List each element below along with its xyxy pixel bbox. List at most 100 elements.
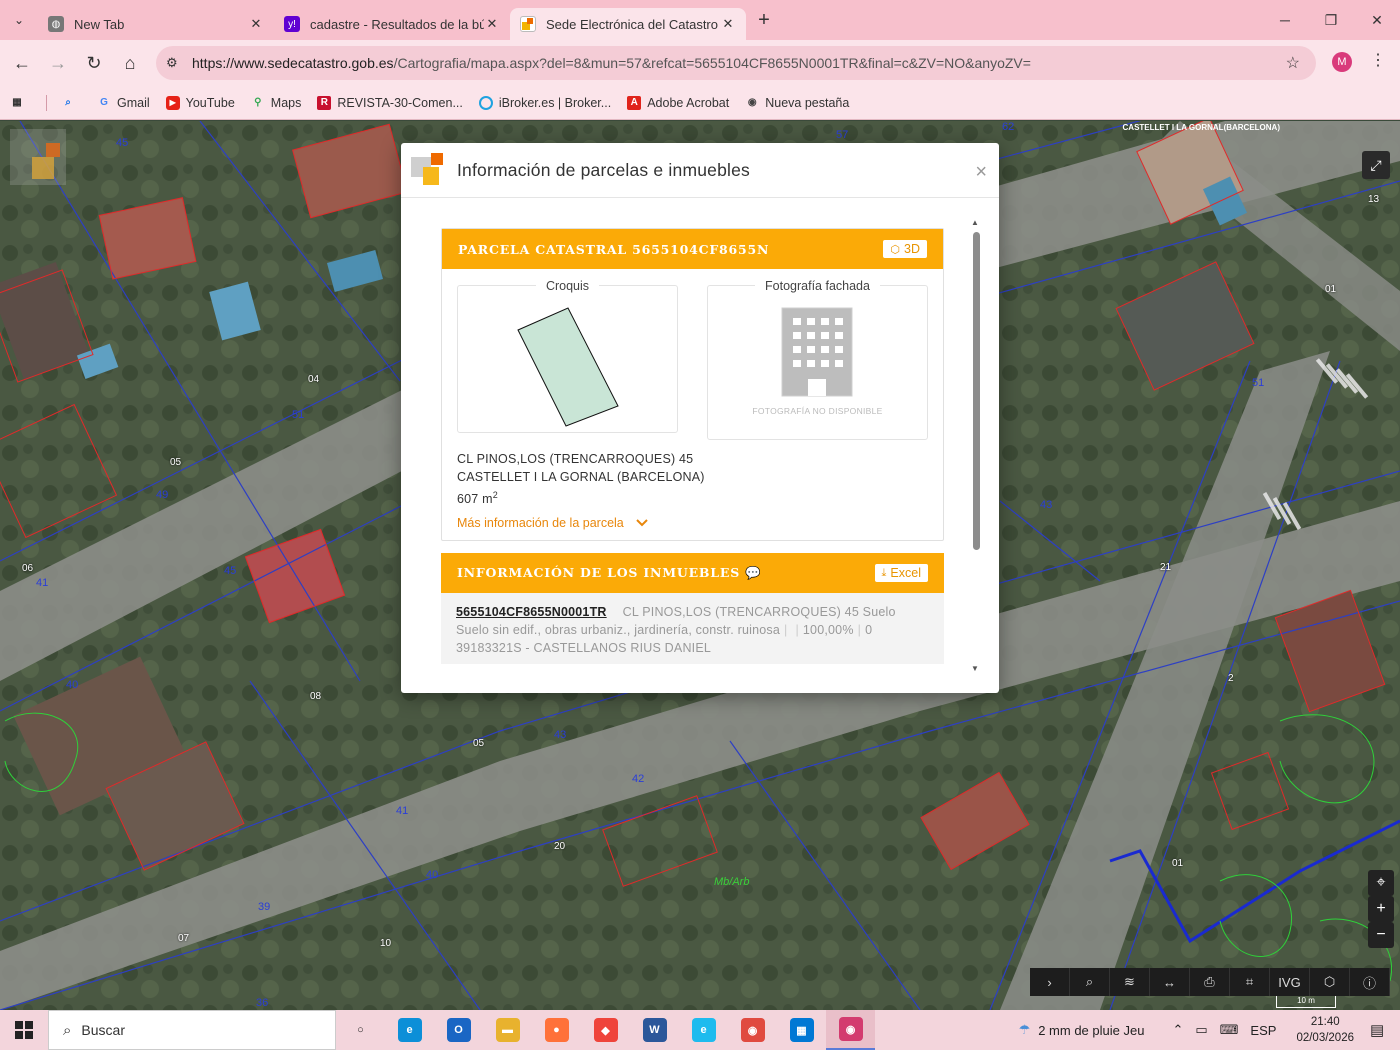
bookmark-label: YouTube xyxy=(185,95,235,110)
more-info-link[interactable]: Más información de la parcela xyxy=(457,516,928,530)
network-icon[interactable]: ▭ xyxy=(1195,1022,1207,1038)
comment-icon[interactable]: 💬 xyxy=(745,565,761,580)
fullscreen-button[interactable]: ⤢ xyxy=(1362,151,1390,179)
keyboard-icon[interactable]: ⌨ xyxy=(1220,1022,1239,1038)
dialog-scrollbar[interactable]: ▲ ▼ xyxy=(971,218,981,673)
bookmark-ibroker[interactable]: iBroker.es | Broker... xyxy=(478,95,611,110)
ibroker-icon xyxy=(478,95,493,110)
taskbar-app-button[interactable]: ◉ xyxy=(826,1010,875,1050)
croquis-frame[interactable]: Croquis xyxy=(457,279,678,433)
language-indicator[interactable]: ESP xyxy=(1250,1023,1276,1038)
chevron-up-icon[interactable]: ⌃ xyxy=(1172,1022,1183,1038)
taskbar-search[interactable]: ⌕ Buscar xyxy=(48,1010,336,1050)
taskbar-app-button[interactable]: e xyxy=(385,1010,434,1050)
parcel-number-label: 04 xyxy=(308,374,320,385)
address-bar[interactable]: ⚙ https://www.sedecatastro.gob.es/Cartog… xyxy=(156,46,1316,80)
scroll-down-icon[interactable]: ▼ xyxy=(971,664,979,673)
bookmark-maps[interactable]: ⚲ Maps xyxy=(251,96,301,110)
layers-button[interactable]: ≋ xyxy=(1110,968,1150,996)
dialog-body: PARCELA CATASTRAL 5655104CF8655N ⬡ 3D Cr… xyxy=(441,228,944,664)
clock[interactable]: 21:40 02/03/2026 xyxy=(1296,1014,1354,1046)
taskbar-app-button[interactable]: O xyxy=(434,1010,483,1050)
view-3d-button[interactable]: ⬡ 3D xyxy=(883,240,927,258)
taskbar-app-button[interactable]: e xyxy=(679,1010,728,1050)
facade-photo-frame: Fotografía fachada FOTOGRAFÍA NO DISPONI… xyxy=(707,279,928,440)
expand-toolbar-button[interactable]: › xyxy=(1030,968,1070,996)
search-map-button[interactable]: ⌕ xyxy=(1070,968,1110,996)
arrow-right-icon: → xyxy=(49,52,67,73)
plus-icon: + xyxy=(758,8,770,31)
notifications-icon[interactable]: ▤ xyxy=(1370,1021,1400,1039)
minimize-button[interactable]: ─ xyxy=(1262,0,1308,40)
tab-new-tab[interactable]: ◍ New Tab ✕ xyxy=(38,8,274,40)
info-button[interactable]: ⓘ xyxy=(1350,968,1390,996)
3d-view-button[interactable]: ⬡ xyxy=(1310,968,1350,996)
bookmark-revista[interactable]: R REVISTA-30-Comen... xyxy=(317,95,463,110)
close-window-button[interactable]: ✕ xyxy=(1354,0,1400,40)
ivg-button[interactable]: IVG xyxy=(1270,968,1310,996)
start-button[interactable] xyxy=(0,1010,48,1050)
close-icon[interactable]: ✕ xyxy=(248,16,264,32)
parcel-icon: ⌗ xyxy=(1245,974,1254,989)
download-icon: ⤓ xyxy=(881,566,887,579)
bookmark-nueva-pestana[interactable]: ◉ Nueva pestaña xyxy=(745,96,849,110)
dialog-close-icon[interactable]: × xyxy=(975,161,987,184)
close-icon[interactable]: ✕ xyxy=(484,16,500,32)
vegetation-label: Mb/Arb xyxy=(714,876,750,888)
internet-explorer-icon: e xyxy=(691,1018,716,1042)
tab-sede-catastro[interactable]: Sede Electrónica del Catastro - ✕ xyxy=(510,8,746,40)
acrobat-icon: A xyxy=(627,95,642,110)
zoom-in-button[interactable]: + xyxy=(1368,896,1394,922)
zoom-out-button[interactable]: − xyxy=(1368,922,1394,948)
taskbar-app-button[interactable]: ▬ xyxy=(483,1010,532,1050)
excel-export-button[interactable]: ⤓ Excel xyxy=(874,564,928,583)
back-button[interactable]: ← xyxy=(4,45,40,81)
weather-widget[interactable]: ☂ 2 mm de pluie Jeu xyxy=(1019,1022,1145,1038)
parcel-number-label: 05 xyxy=(170,457,182,468)
clock-date: 02/03/2026 xyxy=(1296,1032,1354,1044)
taskbar-app-button[interactable]: ◉ xyxy=(728,1010,777,1050)
scrollbar-thumb[interactable] xyxy=(973,232,980,550)
new-tab-button[interactable]: + xyxy=(750,6,778,34)
measure-button[interactable]: ↔ xyxy=(1150,968,1190,996)
arrow-left-icon: ← xyxy=(13,52,31,73)
scroll-up-icon[interactable]: ▲ xyxy=(971,218,979,227)
taskbar-app-button[interactable]: W xyxy=(630,1010,679,1050)
view-3d-label: 3D xyxy=(904,242,920,256)
parcel-info-button[interactable]: ⌗ xyxy=(1230,968,1270,996)
firefox-icon: ● xyxy=(544,1018,569,1042)
bookmark-youtube[interactable]: ▶ YouTube xyxy=(165,95,235,110)
restore-button[interactable]: ❐ xyxy=(1308,0,1354,40)
search-bookmark[interactable]: ⌕ xyxy=(61,96,81,110)
bookmark-acrobat[interactable]: A Adobe Acrobat xyxy=(627,95,729,110)
inmueble-owner: 39183321S - CASTELLANOS RIUS DANIEL xyxy=(456,641,712,656)
taskbar-app-button[interactable]: ○ xyxy=(336,1010,385,1050)
windows-taskbar: ⌕ Buscar ○ e O ▬ ● ◆ We ◉ ▦ ◉ ☂ 2 mm de pluie Jeu… xyxy=(0,1010,1400,1050)
bookmark-label: REVISTA-30-Comen... xyxy=(337,95,463,110)
locate-button[interactable]: ⌖ xyxy=(1368,870,1394,896)
close-icon[interactable]: ✕ xyxy=(720,16,736,32)
municipality-caption: CASTELLET I LA GORNAL(BARCELONA) xyxy=(1122,123,1280,132)
bookmark-gmail[interactable]: G Gmail xyxy=(97,96,150,110)
taskbar-app-button[interactable]: ▦ xyxy=(777,1010,826,1050)
taskbar-app-button[interactable]: ◆ xyxy=(581,1010,630,1050)
tab-cadastre-search[interactable]: y! cadastre - Resultados de la bús ✕ xyxy=(274,8,510,40)
chevron-down-icon xyxy=(636,519,648,527)
menu-kebab-icon[interactable]: ⋮ xyxy=(1370,50,1386,70)
apps-grid-icon: ▦ xyxy=(12,97,22,108)
forward-button[interactable]: → xyxy=(40,45,76,81)
home-button[interactable]: ⌂ xyxy=(112,45,148,81)
apps-grid-button[interactable]: ▦ xyxy=(10,96,30,110)
print-button[interactable]: ⎙ xyxy=(1190,968,1230,996)
inmueble-row: 5655104CF8655N0001TR CL PINOS,LOS (TRENCA… xyxy=(441,593,944,664)
bookmark-star-icon[interactable]: ☆ xyxy=(1286,53,1300,73)
inmuebles-heading-text: INFORMACIÓN DE LOS INMUEBLES xyxy=(457,565,741,581)
parcel-number-label: 21 xyxy=(1160,562,1172,573)
search-icon: ⌕ xyxy=(65,97,71,108)
tab-search-button[interactable]: ⌄ xyxy=(6,7,32,33)
profile-avatar[interactable]: M xyxy=(1332,52,1352,72)
taskbar-app-button[interactable]: ● xyxy=(532,1010,581,1050)
inmueble-ref-link[interactable]: 5655104CF8655N0001TR xyxy=(456,605,607,619)
reload-button[interactable]: ↻ xyxy=(76,45,112,81)
site-info-icon[interactable]: ⚙ xyxy=(166,55,178,71)
